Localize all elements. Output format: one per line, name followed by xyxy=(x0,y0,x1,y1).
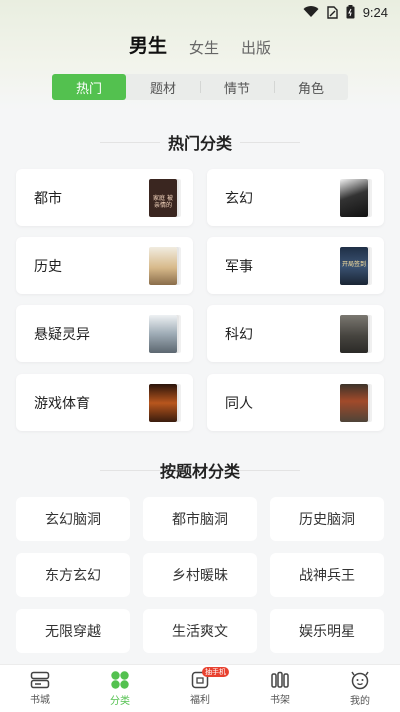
category-card[interactable]: 同人 xyxy=(207,374,384,431)
book-cover-image: 开局签到 xyxy=(340,246,368,285)
book-cover-image xyxy=(340,178,368,217)
category-label: 游戏体育 xyxy=(34,395,90,412)
theme-chip[interactable]: 无限穿越 xyxy=(16,609,130,653)
wifi-icon xyxy=(303,6,319,18)
category-label: 历史 xyxy=(34,258,62,275)
category-label: 都市 xyxy=(34,190,62,207)
category-label: 科幻 xyxy=(225,326,253,343)
nav-label: 福利 xyxy=(190,695,210,706)
category-card[interactable]: 科幻 xyxy=(207,305,384,362)
nav-label: 分类 xyxy=(110,696,130,707)
theme-chip[interactable]: 玄幻脑洞 xyxy=(16,497,130,541)
cover-text: 开局签到 xyxy=(342,260,367,268)
sub-tabs: 热门 题材 情节 角色 xyxy=(52,74,348,100)
profile-icon xyxy=(351,671,369,690)
subtab-role[interactable]: 角色 xyxy=(274,74,348,100)
category-card[interactable]: 玄幻 xyxy=(207,169,384,226)
subtab-theme[interactable]: 题材 xyxy=(126,74,200,100)
book-cover-image xyxy=(149,246,177,285)
nav-label: 我的 xyxy=(350,696,370,707)
theme-chip[interactable]: 娱乐明星 xyxy=(270,609,384,653)
category-label: 玄幻 xyxy=(225,190,253,207)
cover-text: 家庭 被亲情的 xyxy=(153,194,173,209)
battery-icon xyxy=(346,5,355,19)
theme-chip[interactable]: 东方玄幻 xyxy=(16,553,130,597)
bottom-nav: 书城 分类 抽手机 福利 书架 我的 xyxy=(0,664,400,712)
nav-welfare[interactable]: 抽手机 福利 xyxy=(160,665,240,712)
tab-female[interactable]: 女生 xyxy=(189,37,219,58)
nav-bookstore[interactable]: 书城 xyxy=(0,665,80,712)
nav-label: 书架 xyxy=(270,695,290,706)
theme-chip[interactable]: 战神兵王 xyxy=(270,553,384,597)
gender-tabs: 男生 女生 出版 xyxy=(0,30,400,58)
status-bar: 9:24 xyxy=(0,0,400,24)
subtab-hot[interactable]: 热门 xyxy=(52,74,126,100)
book-cover-image xyxy=(149,383,177,422)
theme-section-title: 按题材分类 xyxy=(0,458,400,482)
book-cover-image xyxy=(340,314,368,353)
tab-publish[interactable]: 出版 xyxy=(241,37,271,58)
sim-icon xyxy=(326,5,338,19)
nav-profile[interactable]: 我的 xyxy=(320,665,400,712)
theme-chip[interactable]: 历史脑洞 xyxy=(270,497,384,541)
category-card[interactable]: 游戏体育 xyxy=(16,374,193,431)
category-card[interactable]: 军事 开局签到 xyxy=(207,237,384,294)
category-card[interactable]: 历史 xyxy=(16,237,193,294)
book-cover-image xyxy=(149,314,177,353)
bookshelf-icon xyxy=(271,671,289,688)
status-time: 9:24 xyxy=(362,4,388,20)
theme-chip[interactable]: 生活爽文 xyxy=(143,609,257,653)
category-label: 军事 xyxy=(225,258,253,275)
nav-label: 书城 xyxy=(30,695,50,706)
book-cover-image xyxy=(340,383,368,422)
category-card[interactable]: 都市 家庭 被亲情的 xyxy=(16,169,193,226)
category-label: 悬疑灵异 xyxy=(34,326,90,343)
category-icon xyxy=(111,671,129,689)
theme-chip[interactable]: 乡村暖昧 xyxy=(143,553,257,597)
book-cover-image: 家庭 被亲情的 xyxy=(149,178,177,217)
theme-chip[interactable]: 都市脑洞 xyxy=(143,497,257,541)
category-label: 同人 xyxy=(225,395,253,412)
nav-category[interactable]: 分类 xyxy=(80,665,160,712)
welfare-badge: 抽手机 xyxy=(202,667,229,677)
subtab-plot[interactable]: 情节 xyxy=(200,74,274,100)
category-card[interactable]: 悬疑灵异 xyxy=(16,305,193,362)
nav-bookshelf[interactable]: 书架 xyxy=(240,665,320,712)
tab-male[interactable]: 男生 xyxy=(129,31,167,58)
bookstore-icon xyxy=(30,671,50,689)
hot-section-title: 热门分类 xyxy=(0,130,400,154)
